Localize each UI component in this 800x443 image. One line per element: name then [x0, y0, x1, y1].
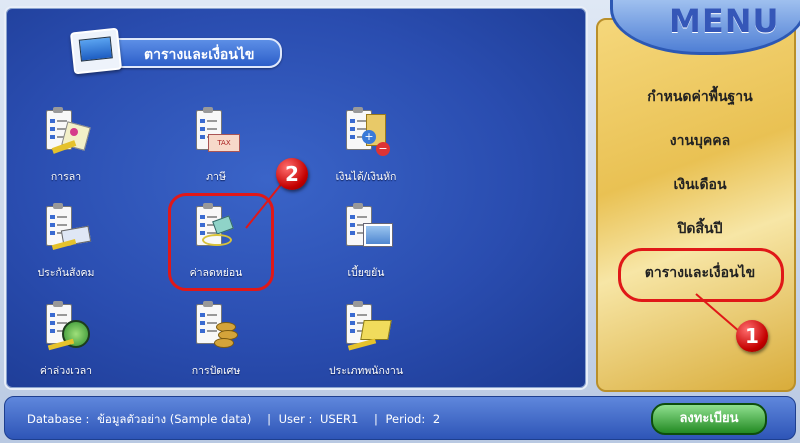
grid-item-diligence-bonus[interactable]: เบี้ยขยัน [311, 203, 421, 282]
menu-item-personnel[interactable]: งานบุคคล [608, 130, 792, 152]
grid-item-label: ประกันสังคม [37, 267, 95, 279]
monitor-icon [69, 27, 123, 75]
status-bar: Database : ข้อมูลตัวอย่าง (Sample data) … [4, 396, 796, 440]
database-label: Database : [27, 412, 90, 426]
grid-item-employee-type[interactable]: ประเภทพนักงาน [311, 301, 421, 380]
rounding-coins-icon [192, 301, 240, 352]
employee-type-icon [342, 301, 392, 352]
menu-title: MENU [669, 2, 780, 40]
menu-item-basic-settings[interactable]: กำหนดค่าพื้นฐาน [608, 86, 792, 108]
period-value: 2 [432, 412, 441, 426]
register-button[interactable]: ลงทะเบียน [651, 403, 767, 435]
panel-title-pill: ตารางและเงื่อนไข [102, 38, 282, 68]
step-1-badge: 1 [736, 320, 768, 352]
main-panel: ตารางและเงื่อนไข การลา TAX ภาษี + − เงิน… [4, 6, 588, 390]
user-value: USER1 [320, 412, 359, 426]
step-2-badge: 2 [276, 158, 308, 190]
menu-item-salary[interactable]: เงินเดือน [608, 174, 792, 196]
overtime-clock-icon [42, 301, 90, 352]
diligence-bonus-icon [342, 203, 392, 254]
grid-item-label: เงินได้/เงินหัก [335, 171, 397, 183]
user-label: User : [278, 412, 313, 426]
grid-item-leave[interactable]: การลา [11, 107, 121, 186]
income-deduction-icon: + − [342, 107, 390, 158]
social-security-icon [42, 203, 92, 254]
period-label: Period: [385, 412, 426, 426]
database-value: ข้อมูลตัวอย่าง (Sample data) [97, 412, 252, 426]
separator: | [373, 412, 378, 426]
status-text: Database : ข้อมูลตัวอย่าง (Sample data) … [27, 411, 444, 429]
menu-item-year-end-close[interactable]: ปิดสิ้นปี [608, 218, 792, 240]
grid-item-rounding[interactable]: การปัดเศษ [161, 301, 271, 380]
grid-item-social-security[interactable]: ประกันสังคม [11, 203, 121, 282]
grid-item-label: ค่าล่วงเวลา [39, 365, 93, 377]
side-menu: MENU กำหนดค่าพื้นฐาน งานบุคคล เงินเดือน … [590, 0, 800, 395]
panel-header: ตารางและเงื่อนไข [69, 27, 284, 75]
grid-item-label: ประเภทพนักงาน [328, 365, 404, 377]
grid-item-label: เบี้ยขยัน [347, 267, 385, 279]
app-window: ตารางและเงื่อนไข การลา TAX ภาษี + − เงิน… [0, 0, 800, 443]
separator: | [267, 412, 271, 426]
grid-item-label: การปัดเศษ [191, 365, 241, 377]
grid-item-overtime[interactable]: ค่าล่วงเวลา [11, 301, 121, 380]
tax-icon: TAX [192, 107, 240, 158]
grid-item-income-deduction[interactable]: + − เงินได้/เงินหัก [311, 107, 421, 186]
grid-item-label: การลา [50, 171, 82, 183]
panel-title: ตารางและเงื่อนไข [144, 47, 255, 63]
leave-icon [42, 107, 91, 158]
